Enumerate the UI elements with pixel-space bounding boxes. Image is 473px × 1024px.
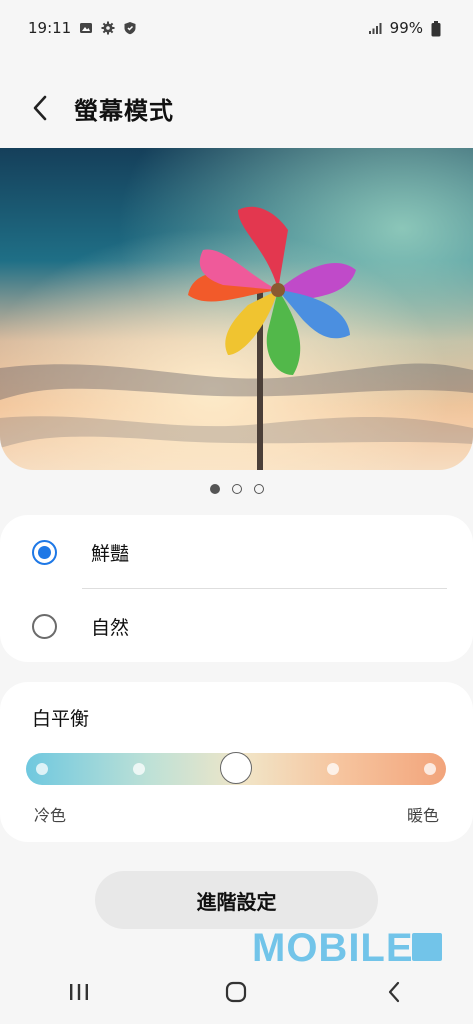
image-icon xyxy=(79,21,93,35)
slider-thumb[interactable] xyxy=(220,752,252,784)
chevron-left-icon[interactable] xyxy=(28,95,52,121)
slider-tick xyxy=(327,763,339,775)
carousel-dot[interactable] xyxy=(253,484,264,494)
mode-option-vivid[interactable]: 鮮豔 xyxy=(0,515,473,589)
advanced-settings-button[interactable]: 進階設定 xyxy=(95,871,378,929)
white-balance-card: 白平衡 冷色 暖色 xyxy=(0,682,473,842)
mode-option-natural[interactable]: 自然 xyxy=(0,589,473,663)
white-balance-title: 白平衡 xyxy=(32,708,90,730)
app-header: 螢幕模式 xyxy=(0,80,473,136)
cold-label: 冷色 xyxy=(34,806,67,825)
carousel-indicator xyxy=(0,484,473,494)
recent-apps-icon[interactable] xyxy=(59,972,99,1012)
mode-label: 鮮豔 xyxy=(91,542,130,565)
status-left: 19:11 xyxy=(28,19,137,37)
radio-button[interactable] xyxy=(32,613,57,639)
page-title: 螢幕模式 xyxy=(74,96,174,125)
status-right: 99% xyxy=(368,19,445,37)
white-balance-slider[interactable] xyxy=(26,752,446,785)
shield-icon xyxy=(123,21,137,35)
battery-icon xyxy=(431,21,445,37)
back-icon[interactable] xyxy=(374,972,414,1012)
home-icon[interactable] xyxy=(216,972,256,1012)
slider-tick xyxy=(36,763,48,775)
carousel-dot[interactable] xyxy=(231,484,242,494)
signal-icon xyxy=(368,21,382,35)
warm-label: 暖色 xyxy=(406,806,439,825)
slider-tick xyxy=(133,763,145,775)
preview-image[interactable] xyxy=(0,148,473,470)
status-bar: 19:11 99% xyxy=(0,0,473,56)
gear-icon xyxy=(101,21,115,35)
mode-label: 自然 xyxy=(91,616,130,639)
status-time: 19:11 xyxy=(28,19,72,37)
battery-percent: 99% xyxy=(389,19,423,37)
navigation-bar xyxy=(0,960,473,1024)
screen-mode-card: 鮮豔 自然 xyxy=(0,515,473,662)
carousel-dot[interactable] xyxy=(209,484,220,494)
radio-button[interactable] xyxy=(32,539,57,565)
watermark-bubble-icon xyxy=(412,933,442,961)
slider-tick xyxy=(424,763,436,775)
